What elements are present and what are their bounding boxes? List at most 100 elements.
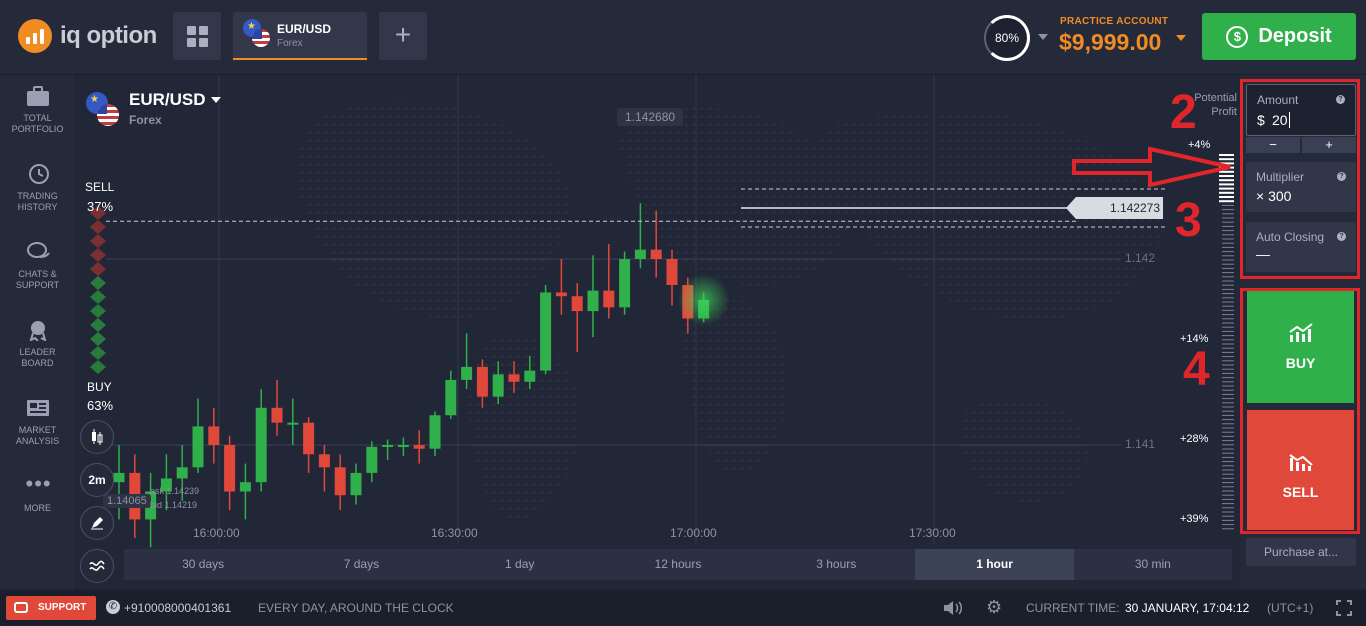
candle-body bbox=[382, 445, 394, 447]
profit-percent-value: 80% bbox=[994, 31, 1020, 45]
candle-body bbox=[366, 446, 378, 473]
candles-icon bbox=[92, 429, 103, 445]
indicators-button[interactable] bbox=[80, 549, 114, 583]
us-flag-icon bbox=[97, 104, 119, 126]
time-axis-label: 16:30:00 bbox=[431, 526, 478, 540]
current-time-label: CURRENT TIME: bbox=[1026, 601, 1120, 615]
sidebar-item-label: LEADER BOARD bbox=[19, 347, 56, 368]
profit-scale-label: +28% bbox=[1180, 433, 1209, 445]
low-price-tag: 1.14065 bbox=[103, 494, 151, 508]
sidebar-item-label: TOTAL PORTFOLIO bbox=[11, 113, 64, 134]
sidebar-item-trading-history[interactable]: TRADING HISTORY bbox=[0, 163, 75, 213]
chat-icon bbox=[26, 242, 50, 258]
timeframe-7-days[interactable]: 7 days bbox=[282, 549, 440, 580]
sell-sentiment-label: SELL bbox=[85, 180, 115, 194]
deposit-icon: $ bbox=[1226, 25, 1249, 48]
asset-tab-name: EUR/USD bbox=[277, 22, 332, 36]
current-price-glow bbox=[677, 273, 730, 326]
price-level-label: 1.142 bbox=[1125, 251, 1156, 265]
fullscreen-icon[interactable] bbox=[1336, 600, 1352, 616]
medal-icon bbox=[29, 321, 46, 341]
annotation-arrow-icon bbox=[1072, 146, 1231, 188]
annotation-number: 3 bbox=[1175, 194, 1202, 247]
candle-body bbox=[524, 370, 536, 382]
settings-gear-icon[interactable]: ⚙ bbox=[986, 597, 1002, 618]
timeframe-button[interactable]: 2m bbox=[80, 463, 114, 497]
sell-sentiment-percent: 37% bbox=[87, 199, 114, 214]
candle-body bbox=[239, 482, 251, 492]
annotation-box-trade-settings bbox=[1240, 79, 1360, 279]
time-axis-label: 17:00:00 bbox=[670, 526, 717, 540]
candle-body bbox=[271, 407, 283, 423]
asset-dropdown-chevron-icon[interactable] bbox=[211, 97, 221, 103]
price-chart[interactable] bbox=[76, 75, 1240, 589]
candle-body bbox=[287, 422, 299, 425]
support-hours: EVERY DAY, AROUND THE CLOCK bbox=[258, 601, 454, 615]
sidebar-item-leader-board[interactable]: LEADER BOARD bbox=[0, 319, 75, 369]
bid-price: bid 1.14219 bbox=[150, 500, 198, 510]
grid-icon bbox=[186, 25, 208, 47]
add-asset-button[interactable]: + bbox=[379, 12, 427, 60]
chart-asset-name[interactable]: EUR/USD bbox=[129, 90, 206, 110]
logo[interactable]: iq option bbox=[18, 19, 157, 53]
support-button[interactable]: SUPPORT bbox=[6, 596, 96, 620]
candle-body bbox=[429, 415, 441, 449]
timeframe-30-min[interactable]: 30 min bbox=[1074, 549, 1232, 580]
left-sidebar: TOTAL PORTFOLIO TRADING HISTORY CHATS & … bbox=[0, 75, 75, 589]
sidebar-item-label: CHATS & SUPPORT bbox=[15, 269, 60, 290]
world-map-background bbox=[296, 100, 1161, 521]
asset-grid-button[interactable] bbox=[173, 12, 221, 60]
balance-chevron-down-icon[interactable] bbox=[1176, 35, 1186, 41]
sentiment-marker bbox=[90, 346, 106, 360]
asset-tab-eurusd[interactable]: EUR/USD Forex bbox=[233, 12, 367, 60]
logo-icon bbox=[18, 19, 52, 53]
deposit-button[interactable]: $ Deposit bbox=[1202, 13, 1356, 60]
chart-asset-type: Forex bbox=[129, 113, 162, 127]
pencil-icon bbox=[91, 517, 103, 530]
sentiment-marker bbox=[90, 220, 106, 234]
annotation-number: 2 bbox=[1170, 86, 1197, 139]
sidebar-item-chats-support[interactable]: CHATS & SUPPORT bbox=[0, 241, 75, 291]
candle-body bbox=[461, 366, 473, 380]
sidebar-item-more[interactable]: ••• MORE bbox=[0, 473, 75, 514]
purchase-at-button[interactable]: Purchase at... bbox=[1246, 538, 1356, 566]
buy-sentiment-label: BUY bbox=[87, 380, 112, 394]
timeframe-1-day[interactable]: 1 day bbox=[441, 549, 599, 580]
candle-body bbox=[224, 445, 236, 492]
sidebar-item-market-analysis[interactable]: MARKET ANALYSIS bbox=[0, 397, 75, 447]
briefcase-icon bbox=[26, 86, 49, 106]
timeframe-1-hour[interactable]: 1 hour bbox=[915, 549, 1074, 580]
candle-body bbox=[192, 426, 204, 468]
sidebar-item-total-portfolio[interactable]: TOTAL PORTFOLIO bbox=[0, 85, 75, 135]
chart-area[interactable]: EUR/USD Forex Potential Profit SELL 37% … bbox=[76, 75, 1240, 589]
sentiment-marker bbox=[90, 234, 106, 248]
time-axis-label: 17:30:00 bbox=[909, 526, 956, 540]
candle-body bbox=[619, 259, 631, 308]
chevron-down-icon[interactable] bbox=[1038, 34, 1048, 40]
candle-body bbox=[397, 445, 409, 447]
candle-body bbox=[350, 472, 362, 496]
candle-body bbox=[334, 467, 346, 496]
chart-type-button[interactable] bbox=[80, 420, 114, 454]
history-icon bbox=[28, 164, 49, 184]
candle-body bbox=[176, 467, 188, 479]
timeframe-3-hours[interactable]: 3 hours bbox=[757, 549, 915, 580]
sound-icon[interactable] bbox=[943, 600, 963, 616]
deposit-label: Deposit bbox=[1258, 25, 1332, 47]
logo-text: iq option bbox=[60, 22, 157, 49]
drawing-tools-button[interactable] bbox=[80, 506, 114, 540]
status-bar: SUPPORT ✆ +910008000401361 EVERY DAY, AR… bbox=[0, 590, 1366, 626]
account-type-label: PRACTICE ACCOUNT bbox=[1060, 16, 1169, 27]
timeframe-30-days[interactable]: 30 days bbox=[124, 549, 282, 580]
candle-body bbox=[113, 472, 125, 483]
asset-tab-type: Forex bbox=[277, 38, 303, 49]
sidebar-item-label: MARKET ANALYSIS bbox=[15, 425, 60, 446]
top-bar: iq option EUR/USD Forex + 80% PRACTICE A… bbox=[0, 0, 1366, 75]
support-phone[interactable]: +910008000401361 bbox=[124, 601, 231, 615]
candle-body bbox=[318, 454, 330, 468]
profit-percent-indicator[interactable]: 80% bbox=[984, 15, 1030, 61]
candle-body bbox=[666, 259, 678, 286]
us-flag-icon bbox=[252, 29, 270, 47]
account-balance[interactable]: $9,999.00 bbox=[1059, 29, 1161, 56]
timeframe-12-hours[interactable]: 12 hours bbox=[599, 549, 757, 580]
